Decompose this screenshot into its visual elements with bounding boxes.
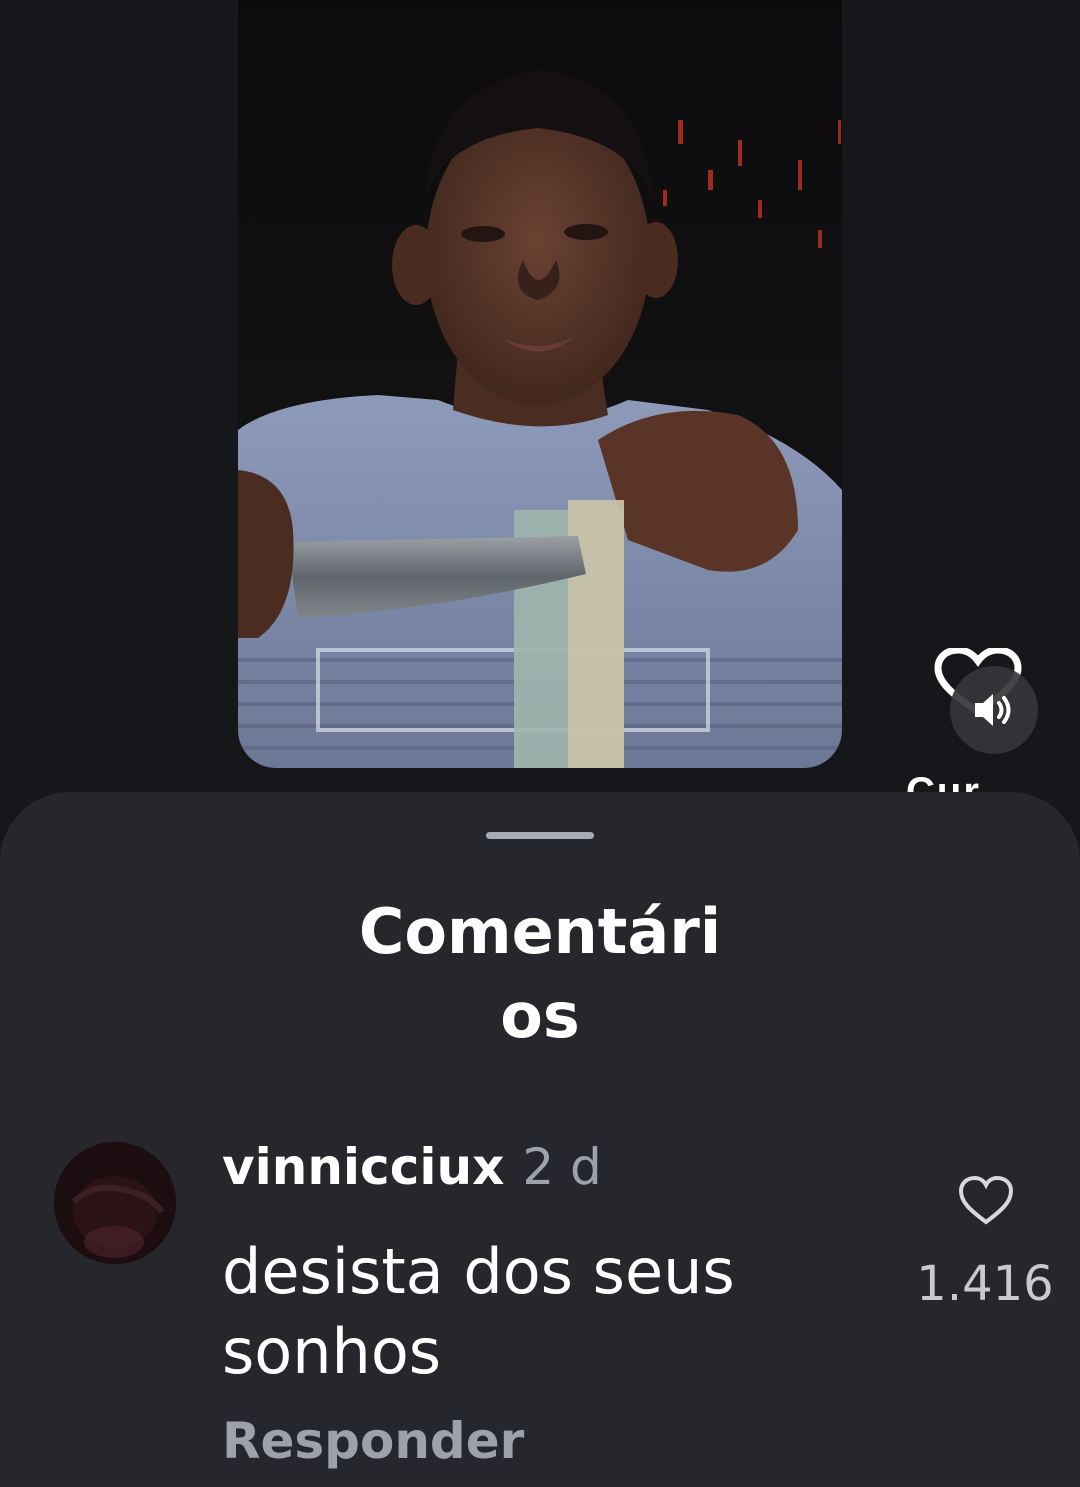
avatar[interactable] bbox=[54, 1142, 176, 1264]
comment-like-heart-icon[interactable] bbox=[958, 1176, 1014, 1226]
comment-like-count: 1.416 bbox=[916, 1256, 1054, 1302]
video-thumbnail-image bbox=[238, 0, 842, 768]
comment-username[interactable]: vinnicciux bbox=[222, 1138, 504, 1196]
sound-toggle-button[interactable] bbox=[950, 666, 1038, 754]
speaker-icon bbox=[975, 694, 1011, 726]
comment-timestamp: 2 d bbox=[522, 1138, 602, 1196]
avatar-image bbox=[54, 1142, 176, 1264]
comment-text: desista dos seus sonhos bbox=[222, 1235, 735, 1388]
comment-author-line: vinnicciux 2 d bbox=[222, 1138, 602, 1196]
drag-handle[interactable] bbox=[486, 832, 594, 839]
video-preview[interactable] bbox=[238, 0, 842, 768]
comments-sheet: Comentários vinnicciux 2 d desista dos se… bbox=[0, 792, 1080, 1487]
screen: Cur... Comentários vinnicciux2 d desista… bbox=[0, 0, 1080, 1487]
sheet-title: Comentários bbox=[358, 895, 722, 1052]
reply-button[interactable]: Responder bbox=[222, 1412, 524, 1470]
